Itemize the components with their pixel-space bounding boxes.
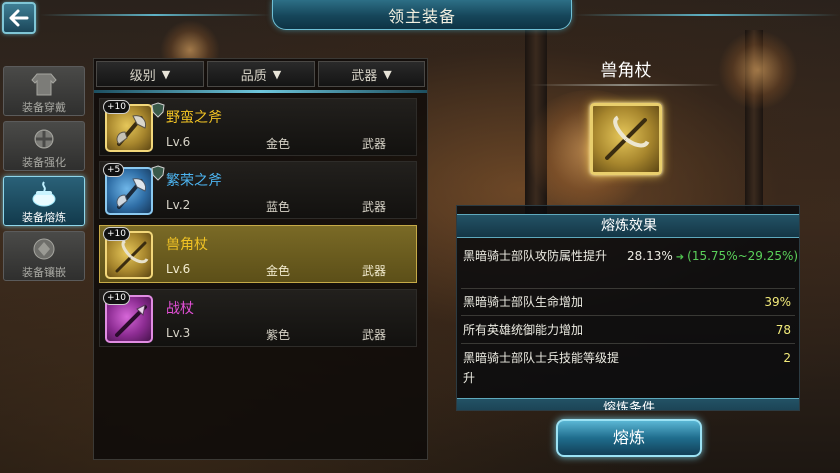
item-thumbnail: +5 <box>103 163 165 215</box>
stat-label: 所有英雄统御能力增加 <box>463 323 584 337</box>
filter-level[interactable]: 级别 ▼ <box>96 61 204 87</box>
filter-bar: 级别 ▼ 品质 ▼ 武器 ▼ <box>96 61 425 87</box>
enhance-level-badge: +10 <box>103 291 130 305</box>
detail-divider <box>530 84 720 86</box>
horn-staff-icon <box>605 115 650 160</box>
filter-level-label: 级别 <box>129 68 156 84</box>
enhance-level-badge: +5 <box>103 163 125 177</box>
item-quality: 蓝色 <box>266 200 291 214</box>
filter-quality-label: 品质 <box>240 68 267 84</box>
enhance-level-badge: +10 <box>103 100 130 114</box>
stat-row: 黑暗骑士部队士兵技能等级提升 2 <box>463 348 797 388</box>
equipment-item[interactable]: +10 战杖 Lv.3 紫色 武器 <box>99 289 417 347</box>
stat-label: 黑暗骑士部队攻防属性提升 <box>463 249 608 263</box>
item-type: 武器 <box>362 264 387 278</box>
smelt-button[interactable]: 熔炼 <box>556 419 702 457</box>
armor-icon <box>31 73 57 96</box>
shield-icon <box>151 165 165 181</box>
nav-label: 装备熔炼 <box>22 211 66 224</box>
header-divider <box>574 14 840 16</box>
back-arrow-icon <box>9 9 29 27</box>
equipment-item[interactable]: +10 野蛮之斧 Lv.6 金色 武器 <box>99 98 417 156</box>
axe-icon <box>116 178 146 209</box>
sidebar-nav: 装备穿戴 装备强化 装备熔炼 装备镶嵌 <box>0 66 90 366</box>
upgrade-icon <box>34 129 54 149</box>
dropdown-triangle-icon: ▼ <box>161 67 171 81</box>
stat-next-range: (15.75%~29.25%) <box>687 249 799 263</box>
title-banner: 领主装备 <box>272 0 572 30</box>
item-name: 战杖 <box>166 301 194 317</box>
item-level: Lv.6 <box>166 262 191 276</box>
background-lamp <box>718 30 798 110</box>
item-name: 野蛮之斧 <box>166 110 222 126</box>
item-type: 武器 <box>362 137 387 151</box>
header-bar: 领主装备 <box>0 0 840 36</box>
equipment-item[interactable]: +5 繁荣之斧 Lv.2 蓝色 武器 <box>99 161 417 219</box>
nav-label: 装备穿戴 <box>22 101 66 114</box>
stat-row: 黑暗骑士部队攻防属性提升 28.13% ➜ (15.75%~29.25%) <box>463 246 798 286</box>
filter-type-label: 武器 <box>351 68 378 84</box>
list-divider <box>94 90 427 93</box>
equipment-item-selected[interactable]: +10 兽角杖 Lv.6 金色 武器 <box>99 225 417 283</box>
smelt-pot-icon <box>32 181 56 207</box>
nav-label: 装备镶嵌 <box>22 266 66 279</box>
stat-value: 78 <box>775 323 791 337</box>
nav-item-equip-upgrade[interactable]: 装备强化 <box>3 121 85 171</box>
smelt-conditions-title: 熔炼条件 <box>457 398 799 410</box>
stat-value: 39% <box>764 295 791 309</box>
smelt-effects-title: 熔炼效果 <box>457 214 799 238</box>
item-quality: 金色 <box>266 264 291 278</box>
stat-label: 黑暗骑士部队士兵技能等级提升 <box>463 351 620 385</box>
nav-label: 装备强化 <box>22 156 66 169</box>
item-thumbnail: +10 <box>103 227 153 279</box>
axe-icon <box>116 115 146 146</box>
item-level: Lv.6 <box>166 135 191 149</box>
enhance-level-badge: +10 <box>103 227 130 241</box>
selected-item-icon-frame <box>590 103 662 175</box>
dropdown-triangle-icon: ▼ <box>272 67 282 81</box>
gem-socket-icon <box>33 238 55 260</box>
dropdown-triangle-icon: ▼ <box>383 67 392 81</box>
stat-divider <box>461 315 795 316</box>
stat-value-group: 28.13% ➜ (15.75%~29.25%) <box>627 246 798 268</box>
filter-type[interactable]: 武器 ▼ <box>318 61 425 87</box>
arrow-up-icon: ➜ <box>675 252 685 263</box>
stat-divider <box>461 343 795 344</box>
nav-item-equip-smelt[interactable]: 装备熔炼 <box>3 176 85 226</box>
stat-row: 所有英雄统御能力增加 78 <box>463 320 797 340</box>
stat-divider <box>461 288 795 289</box>
stat-value: 2 <box>783 351 791 365</box>
nav-item-equip-inlay[interactable]: 装备镶嵌 <box>3 231 85 281</box>
stat-value: 28.13% <box>627 249 673 263</box>
back-button[interactable] <box>2 2 36 34</box>
shield-icon <box>151 102 165 118</box>
item-type: 武器 <box>362 328 387 342</box>
item-thumbnail: +10 <box>103 100 165 152</box>
smelt-effects-panel: 熔炼效果 黑暗骑士部队攻防属性提升 28.13% ➜ (15.75%~29.25%)… <box>456 205 800 411</box>
stat-label: 黑暗骑士部队生命增加 <box>463 295 584 309</box>
item-name: 兽角杖 <box>166 237 208 253</box>
item-level: Lv.2 <box>166 198 191 212</box>
equipment-list-panel: 级别 ▼ 品质 ▼ 武器 ▼ +10 野蛮之斧 Lv.6 金色 武器 +5 繁荣… <box>93 58 428 460</box>
item-name: 繁荣之斧 <box>166 173 222 189</box>
nav-item-equip-wear[interactable]: 装备穿戴 <box>3 66 85 116</box>
horn-staff-icon <box>115 239 149 273</box>
item-quality: 金色 <box>266 137 291 151</box>
filter-quality[interactable]: 品质 ▼ <box>207 61 315 87</box>
item-thumbnail: +10 <box>103 291 153 343</box>
stat-row: 黑暗骑士部队生命增加 39% <box>463 292 797 312</box>
war-staff-icon <box>115 304 147 337</box>
item-quality: 紫色 <box>266 328 291 342</box>
item-type: 武器 <box>362 200 387 214</box>
header-divider <box>40 14 270 16</box>
selected-item-name: 兽角杖 <box>600 61 652 81</box>
page-title: 领主装备 <box>387 6 456 26</box>
item-level: Lv.3 <box>166 326 191 340</box>
